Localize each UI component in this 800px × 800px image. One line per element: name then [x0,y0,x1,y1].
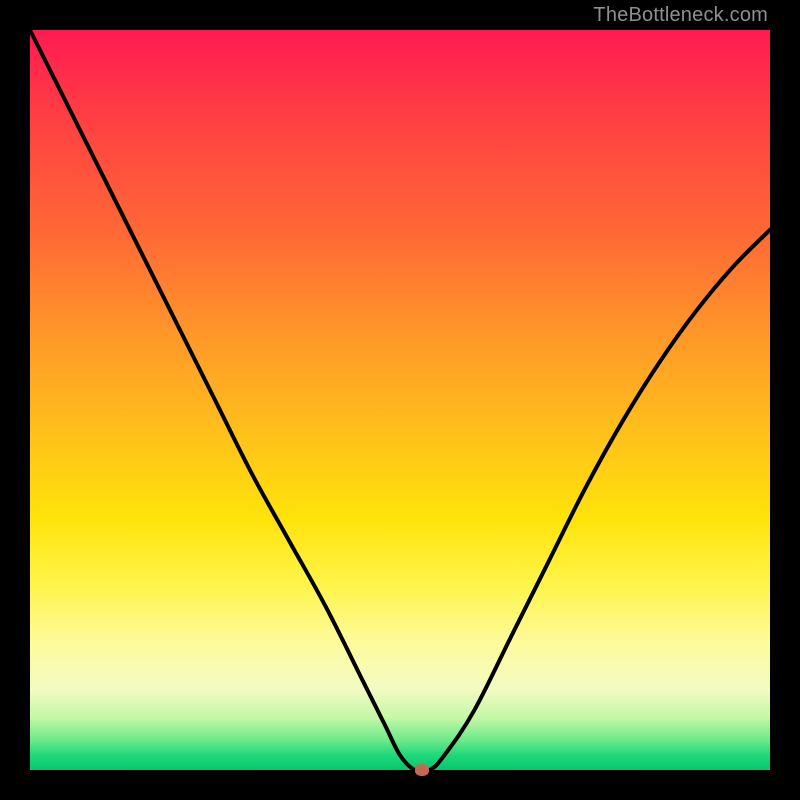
watermark-text: TheBottleneck.com [593,4,768,27]
chart-frame: TheBottleneck.com [0,0,800,800]
curve-svg [30,30,770,770]
minimum-marker [415,764,429,776]
bottleneck-curve-path [30,30,770,772]
plot-area [30,30,770,770]
